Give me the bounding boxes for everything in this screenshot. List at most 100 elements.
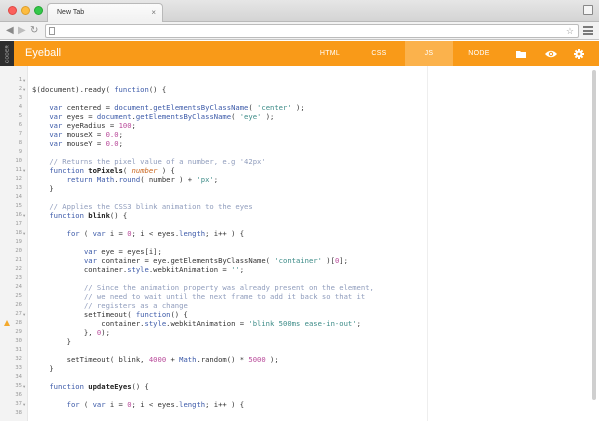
code-line[interactable]: 12 return Math.round( number ) + 'px'; [0,175,599,184]
code-editor[interactable]: 1 ▾ 2 ▾ $(document).ready( function() {3 4 va… [0,66,599,421]
code-text: var eyes = document.getElementsByClassNa… [49,112,275,121]
tab-js[interactable]: JS [405,41,453,66]
warning-icon[interactable] [4,320,10,326]
page-icon [49,27,55,35]
line-number: 22 [15,266,22,272]
fold-arrow-icon[interactable]: ▾ [23,382,25,391]
window-icon[interactable] [583,5,593,15]
code-line[interactable]: 32 setTimeout( blink, 4000 + Math.random… [0,355,599,364]
line-number: 5 [18,113,22,119]
code-line[interactable]: 30 } [0,337,599,346]
code-text: $(document).ready( function() { [32,85,167,94]
code-line[interactable]: 37 ▾ for ( var i = 0; i < eyes.length; i+… [0,400,599,409]
gear-icon[interactable] [566,41,592,66]
code-line[interactable]: 15 // Applies the CSS3 blink animation t… [0,202,599,211]
code-line[interactable]: 28 container.style.webkitAnimation = 'bl… [0,319,599,328]
browser-tab[interactable]: New Tab × [47,3,163,22]
code-line[interactable]: 5 var eyes = document.getElementsByClass… [0,112,599,121]
fold-arrow-icon[interactable]: ▾ [23,310,25,319]
code-text: container.style.webkitAnimation = ''; [32,265,245,274]
tab-node[interactable]: NODE [455,41,503,66]
code-line[interactable]: 13 } [0,184,599,193]
fold-arrow-icon[interactable]: ▾ [23,76,25,85]
line-number: 30 [15,338,22,344]
tab-html[interactable]: HTML [306,41,354,66]
editor-scrollbar[interactable] [592,70,596,400]
code-line[interactable]: 27 ▾ setTimeout( function() { [0,310,599,319]
code-line[interactable]: 1 ▾ [0,76,599,85]
fold-arrow-icon[interactable]: ▾ [23,229,25,238]
code-line[interactable]: 35 ▾ function updateEyes() { [0,382,599,391]
code-line[interactable]: 6 var eyeRadius = 100; [0,121,599,130]
forward-arrow-icon[interactable]: ▶ [18,24,26,38]
line-number: 18 [15,230,22,236]
code-line[interactable]: 19 [0,238,599,247]
folder-icon[interactable] [508,41,534,66]
code-text: var container = eye.getElementsByClassNa… [83,256,348,265]
eye-icon[interactable] [538,41,564,66]
browser-tab-strip: New Tab × [0,0,599,22]
app-header: CODER Eyeball HTML CSS JS NODE [0,41,599,66]
code-line[interactable]: 20 var eye = eyes[i]; [0,247,599,256]
code-line[interactable]: 16 ▾ function blink() { [0,211,599,220]
code-line[interactable]: 10 // Returns the pixel value of a numbe… [0,157,599,166]
code-text: // Returns the pixel value of a number, … [49,157,266,166]
maximize-window-button[interactable] [34,6,43,15]
code-line[interactable]: 21 var container = eye.getElementsByClas… [0,256,599,265]
hamburger-menu-icon[interactable] [583,26,593,35]
code-text: }, 0); [32,328,110,337]
code-text: container.style.webkitAnimation = 'blink… [32,319,361,328]
code-line[interactable]: 38 [0,409,599,418]
close-window-button[interactable] [8,6,17,15]
line-number: 14 [15,194,22,200]
code-line[interactable]: 31 [0,346,599,355]
minimize-window-button[interactable] [21,6,30,15]
fold-arrow-icon[interactable]: ▾ [23,211,25,220]
browser-tab-title: New Tab [57,9,85,16]
fold-arrow-icon[interactable]: ▾ [23,166,25,175]
address-bar[interactable]: ☆ [45,24,579,38]
tab-css[interactable]: CSS [355,41,403,66]
line-number: 13 [15,185,22,191]
code-line[interactable]: 25 // we need to wait until the next fra… [0,292,599,301]
line-number: 23 [15,275,22,281]
code-line[interactable]: 18 ▾ for ( var i = 0; i < eyes.length; i+… [0,229,599,238]
code-line[interactable]: 3 [0,94,599,103]
code-text: function blink() { [49,211,128,220]
code-line[interactable]: 34 [0,373,599,382]
line-number: 12 [15,176,22,182]
line-number: 3 [18,95,22,101]
code-line[interactable]: 36 [0,391,599,400]
code-line[interactable]: 23 [0,274,599,283]
fold-arrow-icon[interactable]: ▾ [23,85,25,94]
code-line[interactable]: 26 // registers as a change [0,301,599,310]
code-line[interactable]: 22 container.style.webkitAnimation = ''; [0,265,599,274]
back-arrow-icon[interactable]: ◀ [6,24,14,38]
bookmark-star-icon[interactable]: ☆ [566,25,574,37]
code-line[interactable]: 33 } [0,364,599,373]
line-number: 9 [18,149,22,155]
line-number: 24 [15,284,22,290]
fold-arrow-icon[interactable]: ▾ [23,400,25,409]
code-line[interactable]: 29 }, 0); [0,328,599,337]
line-number: 16 [15,212,22,218]
line-number: 36 [15,392,22,398]
code-line[interactable]: 7 var mouseX = 0.0; [0,130,599,139]
code-line[interactable]: 17 [0,220,599,229]
line-number: 25 [15,293,22,299]
code-line[interactable]: 11 ▾ function toPixels( number ) { [0,166,599,175]
code-line[interactable]: 14 [0,193,599,202]
code-line[interactable]: 24 // Since the animation property was a… [0,283,599,292]
project-title[interactable]: Eyeball [25,41,61,66]
code-line[interactable]: 2 ▾ $(document).ready( function() { [0,85,599,94]
line-number: 8 [18,140,22,146]
code-line[interactable]: 8 var mouseY = 0.0; [0,139,599,148]
line-number: 11 [15,167,22,173]
code-line[interactable]: 9 [0,148,599,157]
code-line[interactable]: 4 var centered = document.getElementsByC… [0,103,599,112]
reload-icon[interactable]: ↻ [30,24,38,38]
line-number: 20 [15,248,22,254]
browser-toolbar: ◀ ▶ ↻ ☆ [0,22,599,40]
code-text: function toPixels( number ) { [49,166,175,175]
tab-close-icon[interactable]: × [151,4,156,22]
